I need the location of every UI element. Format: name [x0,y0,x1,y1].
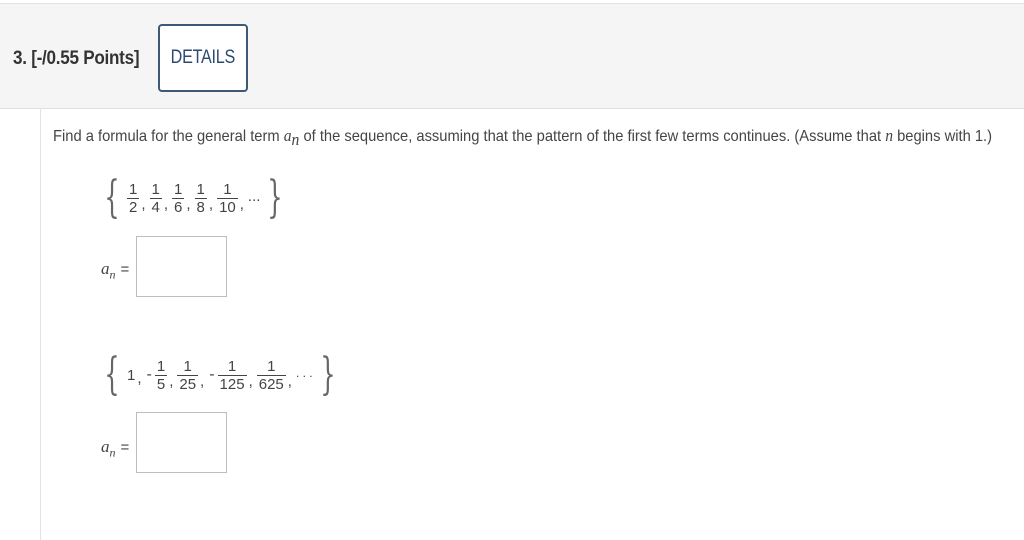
seq1-term-5: 1 10 [217,181,238,216]
separator: , [287,372,292,390]
separator: , [169,372,174,390]
seq2-first-term: 1 [127,366,136,384]
answer-2-label: an = [101,437,129,460]
numerator: 1 [129,180,138,198]
open-brace: { [104,349,120,400]
separator: , [186,195,191,213]
sequence-1: { 12, 14, 16, 18, 1 10, ... } [98,172,289,223]
answer-2-input[interactable] [136,412,227,473]
numerator: 1 [156,357,166,375]
separator: , [248,372,253,390]
seq2-term-4: 1 125 [217,357,247,393]
numerator: 1 [267,357,276,375]
label-sub: n [109,445,116,460]
separator: , [137,369,142,387]
minus-sign: - [146,366,152,383]
denominator: 6 [172,197,185,216]
label-var: a [101,259,110,278]
equals-sign: = [120,439,130,456]
minus-sign: - [209,366,215,383]
details-label: DETAILS [170,47,236,68]
numerator: 1 [174,180,183,198]
label-var: a [101,437,110,456]
separator: , [208,195,214,213]
prompt-n-var: n [885,126,894,145]
numerator: 1 [223,180,232,198]
numerator: 1 [196,180,205,198]
numerator: 1 [227,357,237,375]
numerator: 1 [151,180,160,198]
prompt-text-1: Find a formula for the general term [53,128,284,145]
open-brace: { [104,172,120,223]
denominator: 10 [217,197,238,216]
seq1-term-3: 16 [172,180,185,216]
seq1-term-4: 18 [194,180,207,216]
seq1-term-2: 14 [149,180,162,216]
left-divider [40,109,41,540]
ellipsis: . . . [295,366,313,380]
question-title: 3. [-/0.55 Points] [13,48,140,69]
denominator: 625 [256,374,286,393]
prompt-term-sub: n [291,130,300,150]
seq1-term-1: 12 [127,180,140,216]
seq2-term-3: 1 25 [177,357,199,393]
numerator: 1 [183,357,192,375]
prompt-text-2: of the sequence, assuming that the patte… [299,128,886,145]
sequence-2: { 1, - 15, 1 25, - 1 125, 1 625, . . . } [98,349,342,400]
details-button[interactable]: DETAILS [158,24,248,92]
seq2-term-2: 15 [154,357,168,393]
separator: , [141,195,146,213]
label-sub: n [109,267,116,282]
answer-1-input[interactable] [136,236,227,297]
denominator: 2 [127,197,140,216]
denominator: 8 [194,197,207,216]
close-brace: } [267,172,284,223]
ellipsis: ... [247,187,261,205]
answer-1-label: an = [101,259,129,282]
separator: , [163,195,169,213]
denominator: 25 [177,374,199,393]
denominator: 125 [217,374,247,393]
denominator: 5 [154,374,168,393]
separator: , [200,372,205,390]
question-header: 3. [-/0.55 Points] DETAILS [0,4,1024,109]
equals-sign: = [120,261,130,278]
prompt-text-3: begins with 1.) [893,128,993,145]
denominator: 4 [149,197,162,216]
close-brace: } [319,349,336,400]
separator: , [239,195,244,213]
seq2-term-5: 1 625 [256,357,286,393]
question-prompt: Find a formula for the general term an o… [53,126,992,150]
